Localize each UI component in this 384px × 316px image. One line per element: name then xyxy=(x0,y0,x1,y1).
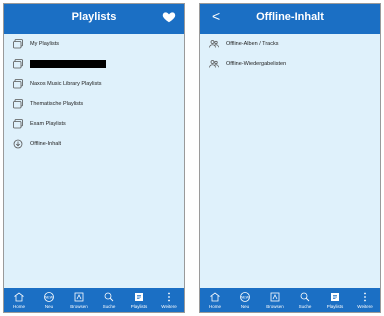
tab-label: Playlists xyxy=(130,304,148,309)
list-item-label: Naxos Music Library Playlists xyxy=(30,81,102,87)
list-item-offline-playlists[interactable]: Offline-Wiedergabelisten xyxy=(200,54,380,74)
list-item-label: Offline-Inhalt xyxy=(30,141,62,147)
svg-text:NEW: NEW xyxy=(45,296,54,300)
search-icon xyxy=(300,292,310,302)
tab-label: Neu xyxy=(240,304,250,309)
list-item-thematische[interactable]: Thematische Playlists xyxy=(4,94,184,114)
playlists-icon xyxy=(135,293,143,301)
list-item-label: Thematische Playlists xyxy=(30,101,84,107)
tab-suche[interactable]: Suche xyxy=(291,288,319,309)
tab-label: Browsen xyxy=(70,304,88,309)
playlists-header: Playlists xyxy=(4,4,184,34)
more-icon xyxy=(168,292,170,302)
tab-label: Suche xyxy=(298,304,312,309)
tab-bar: Home NEW Neu Browsen Suche Playlists Wei… xyxy=(200,288,380,312)
list-item-label: Offline-Wiedergabelisten xyxy=(226,61,287,67)
tab-suche[interactable]: Suche xyxy=(95,288,123,309)
tab-label: Neu xyxy=(44,304,54,309)
list-item-exam[interactable]: Exam Playlists xyxy=(4,114,184,134)
tab-label: Home xyxy=(12,304,25,309)
playlist-icon xyxy=(13,119,23,129)
playlist-list: My Playlists Naxos Music Library Playlis… xyxy=(4,34,184,154)
tab-weitere[interactable]: Weitere xyxy=(155,288,183,309)
list-item-naxos[interactable]: Naxos Music Library Playlists xyxy=(4,74,184,94)
list-item-label: My Playlists xyxy=(30,41,60,47)
tab-label: Weitere xyxy=(357,304,373,309)
tab-browsen[interactable]: Browsen xyxy=(261,288,289,309)
home-icon xyxy=(14,292,24,302)
list-item-my-playlists[interactable]: My Playlists xyxy=(4,34,184,54)
search-icon xyxy=(104,292,114,302)
tab-label: Browsen xyxy=(266,304,284,309)
list-item-label: Offline-Alben / Tracks xyxy=(226,41,279,47)
tab-bar: Home NEW Neu Browsen Suche Playlists Wei… xyxy=(4,288,184,312)
offline-download-icon xyxy=(13,139,23,149)
home-icon xyxy=(210,292,220,302)
offline-content-screen: < Offline-Inhalt Offline-Alben / Tracks … xyxy=(199,3,381,313)
playlist-icon xyxy=(13,39,23,49)
heart-icon[interactable] xyxy=(162,10,176,24)
browse-icon xyxy=(270,292,280,302)
playlist-icon xyxy=(13,79,23,89)
tab-label: Playlists xyxy=(326,304,344,309)
tab-neu[interactable]: NEW Neu xyxy=(35,288,63,309)
new-icon: NEW xyxy=(44,292,54,302)
tab-neu[interactable]: NEW Neu xyxy=(231,288,259,309)
tab-label: Suche xyxy=(102,304,116,309)
list-item-offline[interactable]: Offline-Inhalt xyxy=(4,134,184,154)
list-item-label: Exam Playlists xyxy=(30,121,66,127)
people-icon xyxy=(209,60,219,68)
new-icon: NEW xyxy=(240,292,250,302)
tab-home[interactable]: Home xyxy=(5,288,33,309)
offline-header: < Offline-Inhalt xyxy=(200,4,380,34)
list-item-offline-albums[interactable]: Offline-Alben / Tracks xyxy=(200,34,380,54)
tab-playlists[interactable]: Playlists xyxy=(321,288,349,309)
people-icon xyxy=(209,40,219,48)
svg-text:NEW: NEW xyxy=(241,296,250,300)
list-item-redacted[interactable] xyxy=(4,54,184,74)
tab-label: Weitere xyxy=(161,304,177,309)
playlists-icon xyxy=(331,293,339,301)
tab-playlists[interactable]: Playlists xyxy=(125,288,153,309)
offline-list: Offline-Alben / Tracks Offline-Wiedergab… xyxy=(200,34,380,74)
tab-browsen[interactable]: Browsen xyxy=(65,288,93,309)
tab-home[interactable]: Home xyxy=(201,288,229,309)
tab-label: Home xyxy=(208,304,221,309)
browse-icon xyxy=(74,292,84,302)
page-title: Playlists xyxy=(71,11,117,23)
page-title: Offline-Inhalt xyxy=(256,11,324,23)
tab-weitere[interactable]: Weitere xyxy=(351,288,379,309)
playlists-screen: Playlists My Playlists Naxos Music Libra… xyxy=(3,3,185,313)
redacted-label xyxy=(30,60,106,68)
more-icon xyxy=(364,292,366,302)
playlist-icon xyxy=(13,59,23,69)
playlist-icon xyxy=(13,99,23,109)
